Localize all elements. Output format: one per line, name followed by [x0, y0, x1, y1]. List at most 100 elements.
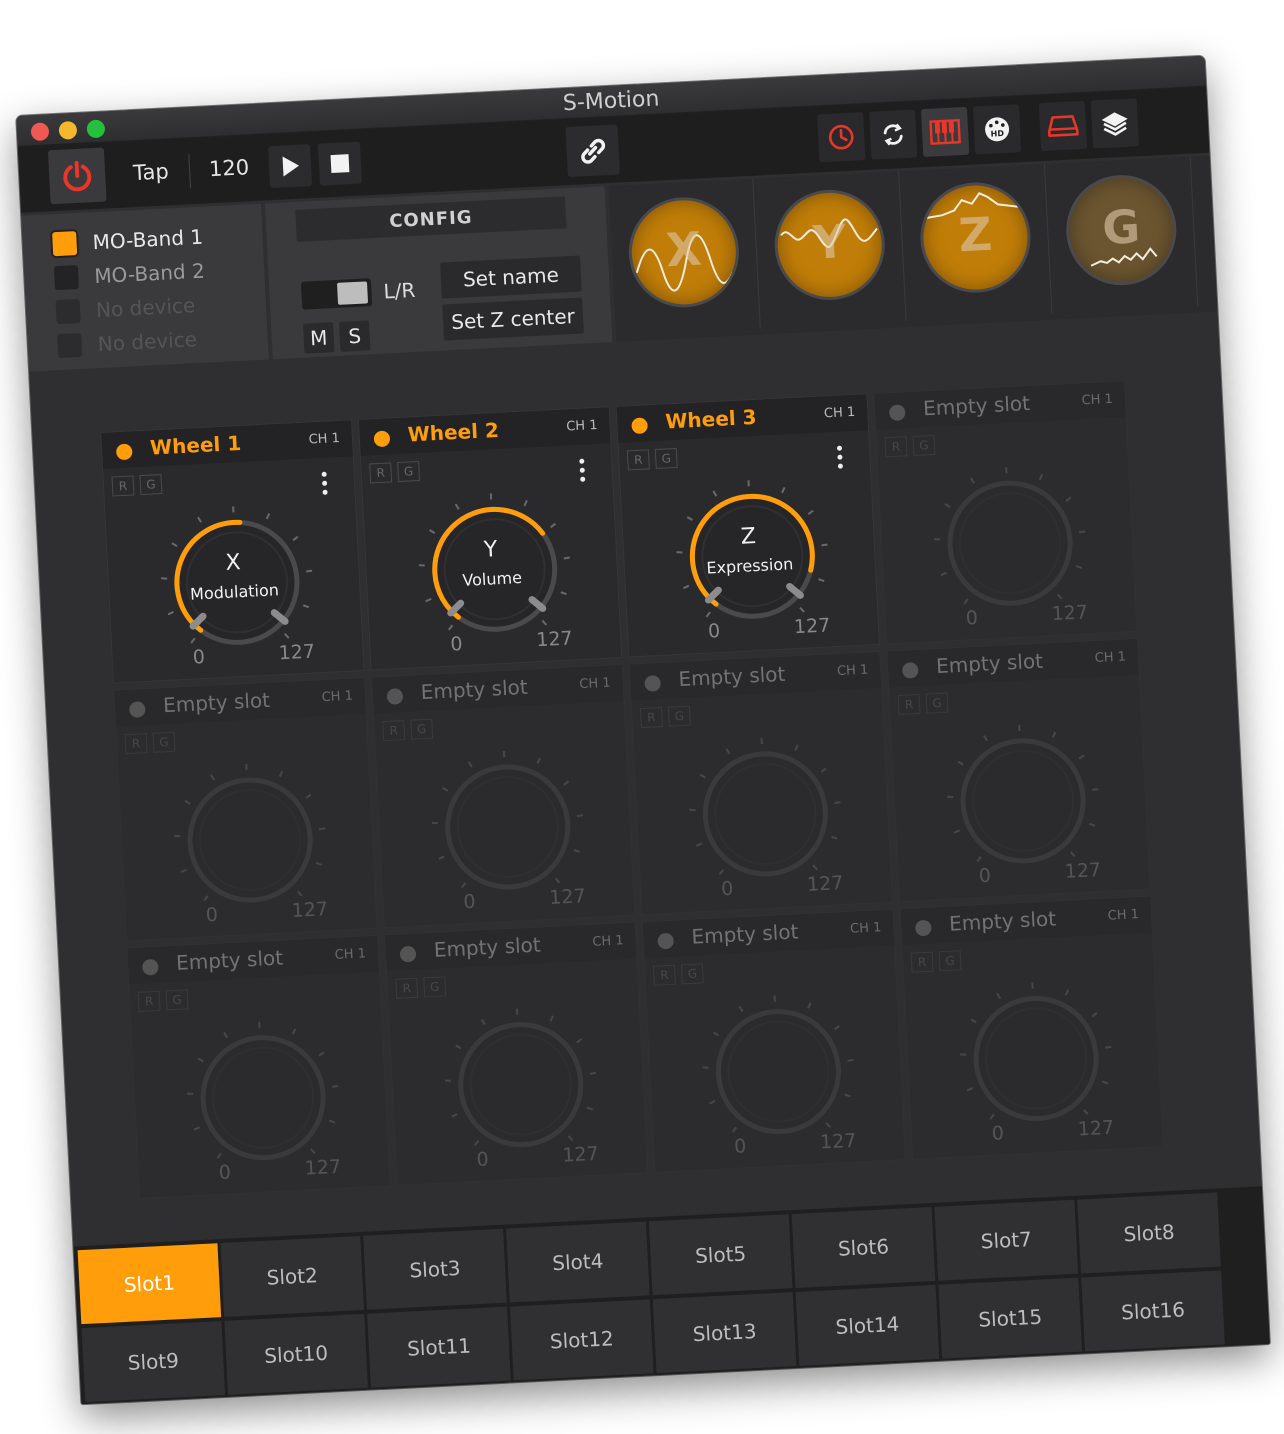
r-button[interactable]: R — [897, 693, 921, 716]
wheel-slot[interactable]: Empty slot CH 1 R G 0 127 — [384, 921, 649, 1187]
device-button[interactable] — [1038, 100, 1088, 152]
wheel-slot[interactable]: Empty slot CH 1 R G 0 127 — [641, 908, 907, 1173]
device-item[interactable]: MO-Band 1 — [52, 225, 204, 257]
r-button[interactable]: R — [910, 951, 934, 973]
device-item[interactable]: MO-Band 2 — [53, 259, 205, 291]
wheel-knob[interactable] — [169, 1003, 358, 1192]
sync-button[interactable] — [869, 109, 918, 160]
x-axis-monitor[interactable]: X — [608, 178, 761, 336]
slot-name: Wheel 2 — [407, 417, 500, 447]
wheel-slot[interactable]: Empty slot CH 1 R G 0 127 — [370, 663, 636, 929]
r-button[interactable]: R — [111, 475, 135, 497]
lr-toggle-label: L/R — [382, 277, 416, 304]
wheel-slot[interactable]: Wheel 1 CH 1 R G 0 127 X Modulation — [100, 419, 365, 684]
slot-tab[interactable]: Slot15 — [938, 1277, 1083, 1359]
slot-name: Empty slot — [690, 919, 799, 949]
slot-header: Empty slot CH 1 — [385, 922, 637, 972]
midi-channel: CH 1 — [334, 946, 367, 963]
g-button[interactable]: G — [397, 460, 421, 483]
midi-hd-icon: HD — [985, 117, 1010, 142]
wheel-slot[interactable]: Empty slot CH 1 R G 0 127 — [113, 676, 378, 942]
slot-tab[interactable]: Slot11 — [367, 1306, 511, 1388]
wheel-slot[interactable]: Wheel 2 CH 1 R G 0 127 Y Volume — [357, 406, 623, 671]
set-z-center-button[interactable]: Set Z center — [442, 297, 584, 341]
slot-tab[interactable]: Slot4 — [506, 1221, 650, 1303]
r-button[interactable]: R — [369, 462, 393, 484]
r-button[interactable]: R — [652, 964, 676, 986]
wheel-slot[interactable]: Wheel 3 CH 1 R G 0 127 Z Expression — [615, 393, 880, 658]
g-button[interactable]: G — [423, 976, 447, 998]
play-button[interactable] — [267, 144, 313, 189]
wheel-knob[interactable] — [413, 733, 602, 922]
g-button[interactable]: G — [667, 705, 691, 727]
slot-header: Wheel 1 CH 1 — [101, 420, 353, 469]
link-button[interactable] — [565, 124, 620, 178]
slot-status-dot — [115, 443, 133, 461]
g-button[interactable]: G — [165, 989, 189, 1011]
slot-tab[interactable]: Slot6 — [791, 1207, 936, 1289]
slot-tab[interactable]: Slot5 — [648, 1214, 793, 1296]
g-button[interactable]: G — [912, 434, 936, 456]
slot-header: Empty slot CH 1 — [887, 638, 1139, 688]
g-button[interactable]: G — [152, 731, 176, 753]
slot-tab[interactable]: Slot8 — [1077, 1192, 1221, 1274]
wheel-slot[interactable]: Empty slot CH 1 R G 0 127 — [899, 895, 1164, 1160]
slot-status-dot — [888, 404, 906, 422]
g-button[interactable]: G — [654, 447, 678, 470]
slot-tab[interactable]: Slot9 — [81, 1321, 226, 1403]
g-button[interactable]: G — [139, 474, 163, 496]
wheel-knob[interactable] — [671, 719, 860, 908]
slot-tab[interactable]: Slot16 — [1081, 1270, 1225, 1352]
z-axis-monitor[interactable]: Z — [900, 163, 1053, 322]
slot-tab[interactable]: Slot2 — [220, 1235, 364, 1317]
slot-tab[interactable]: Slot14 — [795, 1284, 940, 1366]
slot-tab[interactable]: Slot10 — [224, 1313, 368, 1395]
wheel-slot[interactable]: Empty slot CH 1 R G 0 127 — [126, 934, 391, 1200]
r-button[interactable]: R — [639, 707, 663, 729]
bpm-field[interactable]: 120 — [198, 149, 260, 188]
slot-tab[interactable]: Slot12 — [509, 1299, 654, 1381]
wheel-slot[interactable]: Empty slot CH 1 R G 0 127 — [628, 650, 894, 916]
power-icon — [63, 160, 92, 192]
slot-tab[interactable]: Slot13 — [652, 1292, 797, 1374]
g-button[interactable]: G — [925, 692, 949, 714]
wheel-knob[interactable] — [684, 977, 873, 1166]
g-button[interactable]: G — [410, 718, 434, 740]
midi-hd-button[interactable]: HD — [972, 104, 1022, 155]
g-axis-monitor[interactable]: G — [1045, 156, 1199, 314]
config-title: CONFIG — [295, 196, 567, 242]
clock-button[interactable] — [817, 112, 866, 163]
piano-button[interactable] — [920, 106, 970, 158]
slot-name: Wheel 1 — [149, 430, 242, 460]
wheel-knob[interactable] — [942, 964, 1131, 1153]
slot-tab[interactable]: Slot1 — [77, 1243, 222, 1325]
tap-tempo-button[interactable]: Tap — [122, 153, 179, 192]
set-name-button[interactable]: Set name — [440, 255, 582, 299]
slot-name: Empty slot — [420, 674, 529, 705]
wheel-knob[interactable] — [426, 990, 615, 1179]
g-button[interactable]: G — [680, 963, 704, 985]
midi-channel: CH 1 — [578, 675, 611, 693]
slot-tab[interactable]: Slot3 — [363, 1228, 507, 1310]
wheel-knob[interactable] — [156, 746, 345, 935]
m-button[interactable]: M — [303, 322, 335, 354]
r-button[interactable]: R — [124, 733, 148, 755]
wheel-knob[interactable] — [916, 449, 1105, 638]
layers-button[interactable] — [1090, 98, 1140, 149]
wheel-slot[interactable]: Empty slot CH 1 R G 0 127 — [886, 637, 1151, 903]
s-button[interactable]: S — [338, 320, 371, 352]
layers-icon — [1101, 112, 1128, 136]
g-button[interactable]: G — [938, 950, 962, 972]
y-axis-monitor[interactable]: Y — [754, 171, 907, 329]
wheel-slot[interactable]: Empty slot CH 1 R G 0 127 — [873, 380, 1138, 645]
r-button[interactable]: R — [626, 449, 650, 471]
power-button[interactable] — [47, 147, 107, 205]
r-button[interactable]: R — [884, 436, 908, 458]
r-button[interactable]: R — [382, 720, 406, 742]
r-button[interactable]: R — [395, 977, 419, 999]
r-button[interactable]: R — [137, 990, 161, 1012]
stop-button[interactable] — [317, 141, 362, 186]
lr-toggle[interactable] — [300, 278, 373, 310]
slot-tab[interactable]: Slot7 — [934, 1199, 1079, 1281]
wheel-knob[interactable] — [929, 706, 1118, 895]
